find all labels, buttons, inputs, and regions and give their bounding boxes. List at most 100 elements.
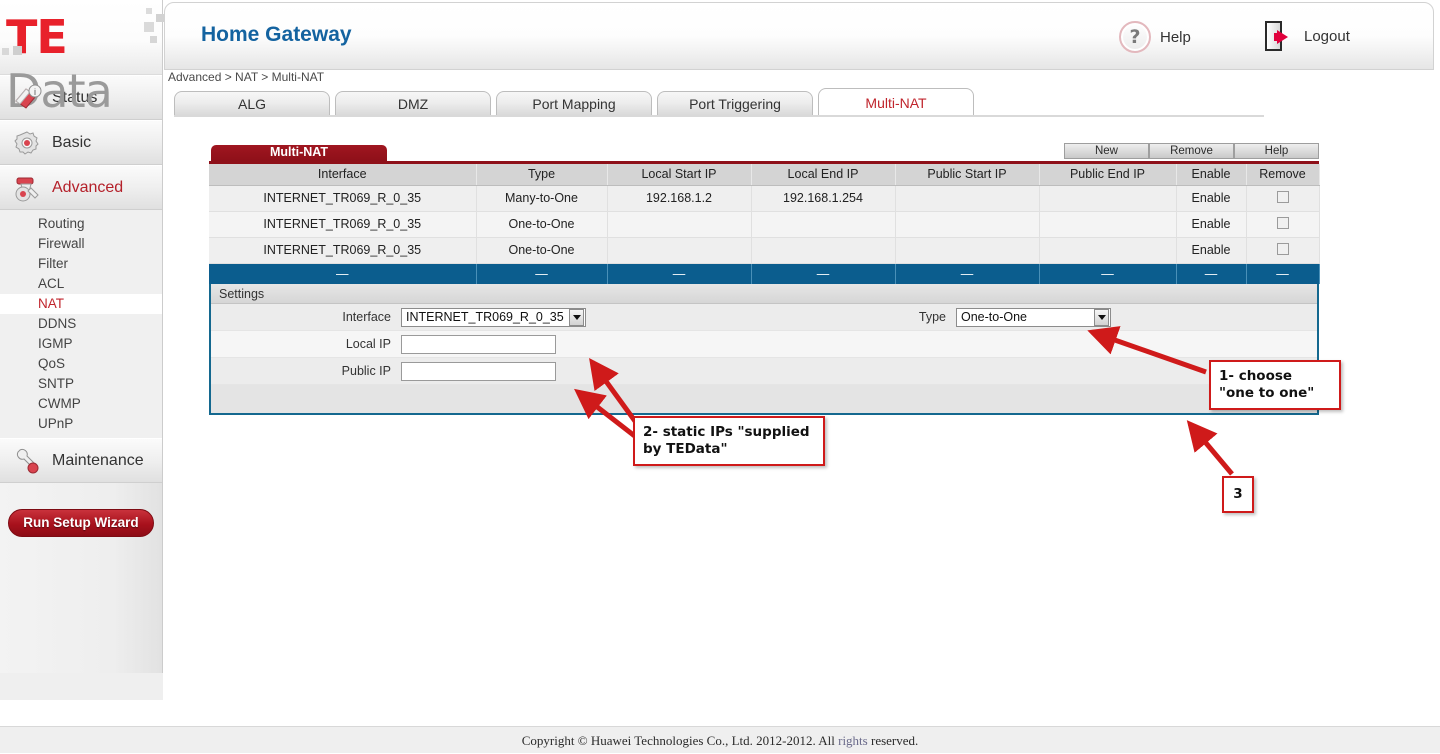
table-row[interactable]: INTERNET_TR069_R_0_35 Many-to-One 192.16… — [209, 185, 1319, 211]
remove-checkbox[interactable] — [1277, 217, 1289, 229]
col-public-start-ip: Public Start IP — [895, 164, 1039, 185]
table-help-button[interactable]: Help — [1234, 143, 1319, 159]
cell-interface: INTERNET_TR069_R_0_35 — [209, 185, 476, 211]
table-summary-row: — — — — — — — — — [209, 263, 1319, 284]
sidebar-item-basic[interactable]: Basic — [0, 120, 162, 165]
col-interface: Interface — [209, 164, 476, 185]
arrow-to-submit — [1190, 424, 1232, 474]
cell-remove — [1246, 185, 1319, 211]
wrench-gear-icon — [12, 174, 42, 202]
panel-header-row: Multi-NAT New Remove Help — [209, 145, 1319, 161]
submit-row: Submit — [211, 385, 1317, 413]
sidebar-item-advanced[interactable]: Advanced — [0, 165, 162, 210]
chevron-down-icon — [569, 309, 584, 326]
callout-static-ips: 2- static IPs "supplied by TEData" — [633, 416, 825, 466]
sidebar-item-upnp[interactable]: UPnP — [0, 414, 162, 434]
cell-type: One-to-One — [476, 211, 607, 237]
col-local-end-ip: Local End IP — [751, 164, 895, 185]
breadcrumb: Advanced > NAT > Multi-NAT — [168, 70, 324, 84]
summary-cell: — — [1039, 263, 1176, 284]
cell-local-end-ip: 192.168.1.254 — [751, 185, 895, 211]
logout-button[interactable]: Logout — [1265, 21, 1350, 51]
sidebar-item-nat[interactable]: NAT — [0, 294, 162, 314]
cell-local-start-ip — [607, 211, 751, 237]
logo-square-icon — [156, 14, 164, 22]
sidebar-item-firewall[interactable]: Firewall — [0, 234, 162, 254]
public-ip-input[interactable] — [401, 362, 556, 381]
table-row[interactable]: INTERNET_TR069_R_0_35 One-to-One Enable — [209, 237, 1319, 263]
cell-public-end-ip — [1039, 211, 1176, 237]
sidebar: TE Data i Status Basic — [0, 0, 163, 700]
col-public-end-ip: Public End IP — [1039, 164, 1176, 185]
logo-square-icon — [2, 48, 9, 55]
sidebar-item-acl[interactable]: ACL — [0, 274, 162, 294]
remove-checkbox[interactable] — [1277, 243, 1289, 255]
cell-type: One-to-One — [476, 237, 607, 263]
local-ip-input[interactable] — [401, 335, 556, 354]
help-button[interactable]: ? Help — [1119, 21, 1191, 53]
interface-label: Interface — [211, 310, 401, 324]
logo-te-text: TE — [6, 10, 67, 64]
col-type: Type — [476, 164, 607, 185]
tab-multi-nat[interactable]: Multi-NAT — [818, 88, 974, 117]
logo-square-icon — [13, 46, 22, 55]
question-circle-icon: ? — [1119, 21, 1151, 53]
interface-select[interactable]: INTERNET_TR069_R_0_35 — [401, 308, 586, 327]
summary-cell: — — [607, 263, 751, 284]
summary-cell: — — [895, 263, 1039, 284]
sidebar-item-igmp[interactable]: IGMP — [0, 334, 162, 354]
tab-underline — [174, 115, 1264, 117]
table-row[interactable]: INTERNET_TR069_R_0_35 One-to-One Enable — [209, 211, 1319, 237]
col-remove: Remove — [1246, 164, 1319, 185]
cell-enable: Enable — [1176, 237, 1246, 263]
tab-port-triggering[interactable]: Port Triggering — [657, 91, 813, 117]
sidebar-item-sntp[interactable]: SNTP — [0, 374, 162, 394]
cell-local-start-ip: 192.168.1.2 — [607, 185, 751, 211]
sidebar-item-routing[interactable]: Routing — [0, 214, 162, 234]
rights-link[interactable]: rights — [838, 733, 868, 748]
cell-public-start-ip — [895, 185, 1039, 211]
sidebar-item-label: Basic — [52, 134, 91, 152]
sidebar-item-qos[interactable]: QoS — [0, 354, 162, 374]
cell-enable: Enable — [1176, 211, 1246, 237]
remove-button[interactable]: Remove — [1149, 143, 1234, 159]
cell-enable: Enable — [1176, 185, 1246, 211]
chevron-down-icon — [1094, 309, 1109, 326]
cell-public-start-ip — [895, 237, 1039, 263]
interface-row: Interface INTERNET_TR069_R_0_35 Type One… — [211, 304, 1317, 331]
remove-checkbox[interactable] — [1277, 191, 1289, 203]
sidebar-item-maintenance[interactable]: Maintenance — [0, 438, 162, 483]
tab-alg[interactable]: ALG — [174, 91, 330, 117]
cell-remove — [1246, 237, 1319, 263]
local-ip-row: Local IP — [211, 331, 1317, 358]
summary-cell: — — [751, 263, 895, 284]
cell-type: Many-to-One — [476, 185, 607, 211]
tab-dmz[interactable]: DMZ — [335, 91, 491, 117]
callout-step-three: 3 — [1222, 476, 1254, 513]
door-exit-icon — [1265, 21, 1295, 51]
sidebar-item-cwmp[interactable]: CWMP — [0, 394, 162, 414]
gear-icon — [12, 129, 42, 157]
help-label: Help — [1160, 29, 1191, 46]
type-select[interactable]: One-to-One — [956, 308, 1111, 327]
sidebar-footer-spacer — [0, 673, 163, 700]
page-title: Home Gateway — [201, 23, 352, 47]
summary-cell: — — [209, 263, 476, 284]
sidebar-item-filter[interactable]: Filter — [0, 254, 162, 274]
footer: Copyright © Huawei Technologies Co., Ltd… — [0, 726, 1440, 753]
multi-nat-panel: Multi-NAT New Remove Help Interface Type… — [209, 145, 1319, 415]
wrench-icon — [12, 447, 42, 475]
copyright-text-a: Copyright © Huawei Technologies Co., Ltd… — [522, 733, 838, 748]
summary-cell: — — [1246, 263, 1319, 284]
new-button[interactable]: New — [1064, 143, 1149, 159]
cell-remove — [1246, 211, 1319, 237]
sidebar-item-ddns[interactable]: DDNS — [0, 314, 162, 334]
cell-public-end-ip — [1039, 237, 1176, 263]
logo-square-icon — [150, 36, 157, 43]
table-header-row: Interface Type Local Start IP Local End … — [209, 164, 1319, 185]
run-setup-wizard-button[interactable]: Run Setup Wizard — [8, 509, 153, 537]
public-ip-label: Public IP — [211, 364, 401, 378]
tab-port-mapping[interactable]: Port Mapping — [496, 91, 652, 117]
type-label: Type — [896, 310, 956, 324]
top-header: Home Gateway ? Help Logout — [164, 2, 1434, 70]
